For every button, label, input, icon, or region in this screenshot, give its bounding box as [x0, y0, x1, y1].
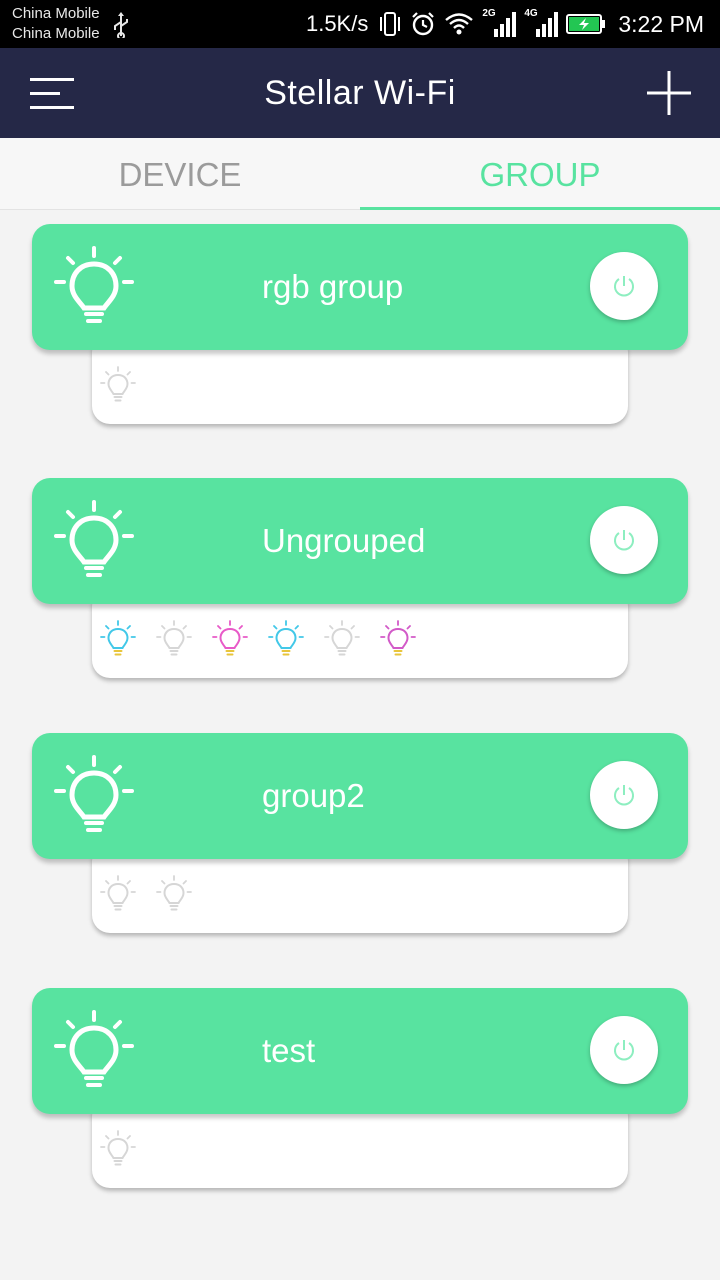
group-header[interactable]: rgb group [32, 224, 688, 350]
bulb-icon [54, 500, 134, 577]
usb-icon [114, 12, 128, 38]
bulb-rgb-icon [380, 620, 416, 656]
power-icon [614, 1040, 634, 1061]
page-title: Stellar Wi-Fi [264, 74, 456, 112]
bulb-off-icon [156, 620, 192, 656]
clock: 3:22 PM [618, 10, 704, 37]
battery-charging-icon [566, 14, 606, 34]
signal-icon [494, 12, 517, 37]
tab-group[interactable]: GROUP [360, 138, 720, 210]
power-button[interactable] [590, 506, 658, 574]
bulb-off-icon [100, 366, 136, 402]
power-icon [614, 276, 634, 297]
group-name: test [262, 1032, 316, 1069]
power-icon [614, 530, 634, 551]
signal-icon [536, 12, 559, 37]
bulb-rgb-icon [268, 620, 304, 656]
alarm-icon [412, 12, 435, 36]
bulb-off-icon [324, 620, 360, 656]
add-icon[interactable] [646, 70, 692, 116]
group-name: rgb group [262, 268, 404, 305]
bulb-rgb-icon [212, 620, 248, 656]
group-card: test [32, 988, 688, 1198]
tab-device[interactable]: DEVICE [0, 138, 360, 209]
group-header[interactable]: Ungrouped [32, 478, 688, 604]
group-card: group2 [32, 733, 688, 943]
group-header[interactable]: test [32, 988, 688, 1114]
bulb-icon [54, 246, 134, 323]
tab-bar: DEVICE GROUP [0, 138, 720, 210]
bulb-off-icon [156, 875, 192, 911]
status-bar: China Mobile China Mobile 1.5K/s 2G 4G 3… [0, 0, 720, 48]
wifi-icon [445, 13, 474, 35]
carrier-labels: China Mobile China Mobile [12, 4, 100, 44]
bulb-icon [54, 1010, 134, 1087]
group-card: rgb group [32, 224, 688, 434]
power-button[interactable] [590, 252, 658, 320]
power-icon [614, 785, 634, 806]
vibrate-icon [380, 12, 401, 36]
app-bar: Stellar Wi-Fi [0, 48, 720, 138]
bulb-off-icon [100, 1130, 136, 1166]
group-card: Ungrouped [32, 478, 688, 688]
status-icons: 1.5K/s 2G 4G 3:22 PM [306, 0, 704, 48]
group-name: Ungrouped [262, 522, 426, 559]
device-icons [100, 366, 136, 404]
group-header[interactable]: group2 [32, 733, 688, 859]
device-icons [100, 875, 192, 913]
group-name: group2 [262, 777, 365, 814]
power-button[interactable] [590, 1016, 658, 1084]
device-icons [100, 620, 416, 658]
carrier-1: China Mobile [12, 5, 100, 22]
bulb-icon [54, 755, 134, 832]
device-icons [100, 1130, 136, 1168]
bulb-rgb-icon [100, 620, 136, 656]
power-button[interactable] [590, 761, 658, 829]
network-speed: 1.5K/s [305, 11, 369, 36]
bulb-off-icon [100, 875, 136, 911]
carrier-2: China Mobile [12, 25, 100, 42]
